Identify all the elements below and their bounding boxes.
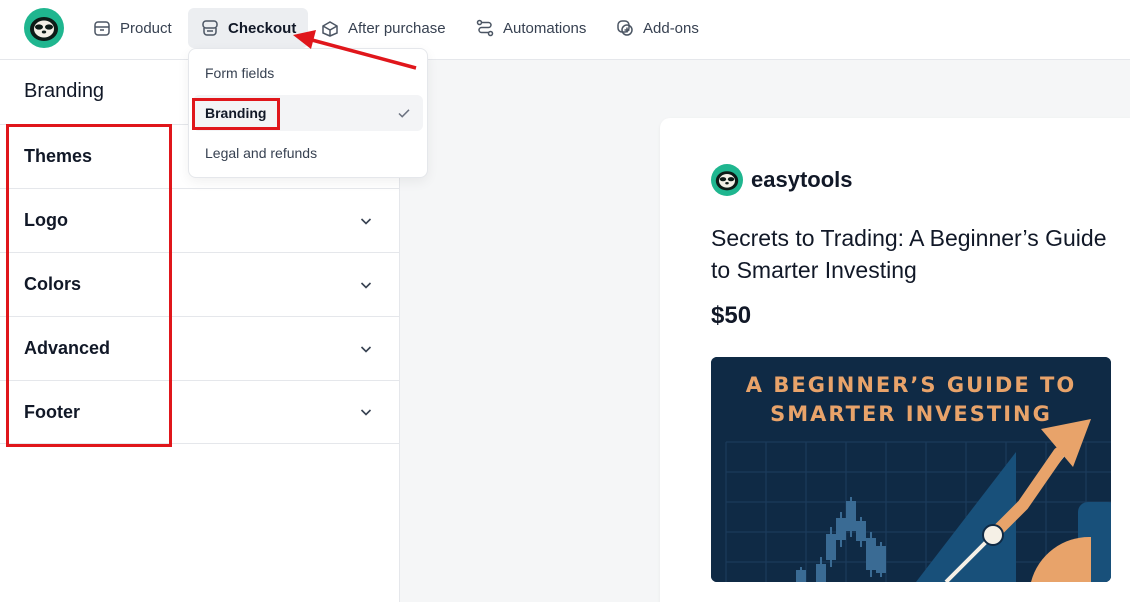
nav-tab-after-purchase[interactable]: After purchase xyxy=(308,8,458,48)
cover-headline-line-2: SMARTER INVESTING xyxy=(770,402,1052,426)
chevron-down-icon xyxy=(360,281,372,289)
preview-brand: easytools xyxy=(711,164,853,196)
nav-tab-checkout[interactable]: Checkout xyxy=(188,8,309,48)
chevron-down-icon xyxy=(360,345,372,353)
accordion-label: Themes xyxy=(24,146,93,166)
cart-icon xyxy=(202,20,218,36)
panel-title: Branding xyxy=(24,80,105,102)
flow-icon xyxy=(476,19,494,37)
menu-item-branding[interactable]: Branding xyxy=(193,95,423,131)
nav-tab-product[interactable]: Product xyxy=(80,8,184,48)
product-price: $50 xyxy=(711,302,752,329)
nav-tab-label: Checkout xyxy=(228,19,297,37)
add-circle-icon xyxy=(617,20,633,36)
chevron-down-icon xyxy=(360,409,372,416)
checkout-dropdown-menu: Form fields Branding Legal and refunds xyxy=(188,48,428,178)
menu-item-legal-and-refunds[interactable]: Legal and refunds xyxy=(193,135,423,171)
accordion-label: Advanced xyxy=(24,338,111,358)
brand-name: easytools xyxy=(751,167,853,192)
menu-item-label: Form fields xyxy=(205,65,275,81)
accordion-label: Colors xyxy=(24,274,82,294)
accordion-item-advanced[interactable]: Advanced xyxy=(0,316,399,380)
checkmark-icon xyxy=(398,109,410,118)
menu-item-form-fields[interactable]: Form fields xyxy=(193,55,423,91)
accordion-item-logo[interactable]: Logo xyxy=(0,188,399,252)
brand-logo-icon xyxy=(711,164,743,196)
nav-tab-automations[interactable]: Automations xyxy=(463,8,598,48)
menu-item-label: Legal and refunds xyxy=(205,145,318,161)
chevron-down-icon xyxy=(360,217,372,225)
box-icon xyxy=(94,21,110,36)
accordion-label: Footer xyxy=(24,401,80,422)
product-title: Secrets to Trading: A Beginner’s Guide t… xyxy=(711,225,1107,283)
cover-headline-line-1: A BEGINNER’S GUIDE TO xyxy=(745,373,1077,397)
product-cover-image: A BEGINNER’S GUIDE TO SMARTER INVESTING xyxy=(711,357,1111,582)
accordion-label: Logo xyxy=(24,210,68,230)
menu-item-label: Branding xyxy=(205,105,267,121)
nav-tab-label: Add-ons xyxy=(643,19,699,37)
package-icon xyxy=(322,21,338,37)
nav-tab-label: Product xyxy=(120,19,172,37)
nav-tab-label: After purchase xyxy=(348,19,446,37)
nav-tab-label: Automations xyxy=(503,19,587,37)
accordion-item-footer[interactable]: Footer xyxy=(0,380,399,444)
nav-tab-add-ons[interactable]: Add-ons xyxy=(603,8,711,48)
top-navigation: Product Checkout After purchase Automati… xyxy=(0,0,1130,60)
accordion-item-colors[interactable]: Colors xyxy=(0,252,399,316)
app-logo-icon[interactable] xyxy=(24,8,64,48)
